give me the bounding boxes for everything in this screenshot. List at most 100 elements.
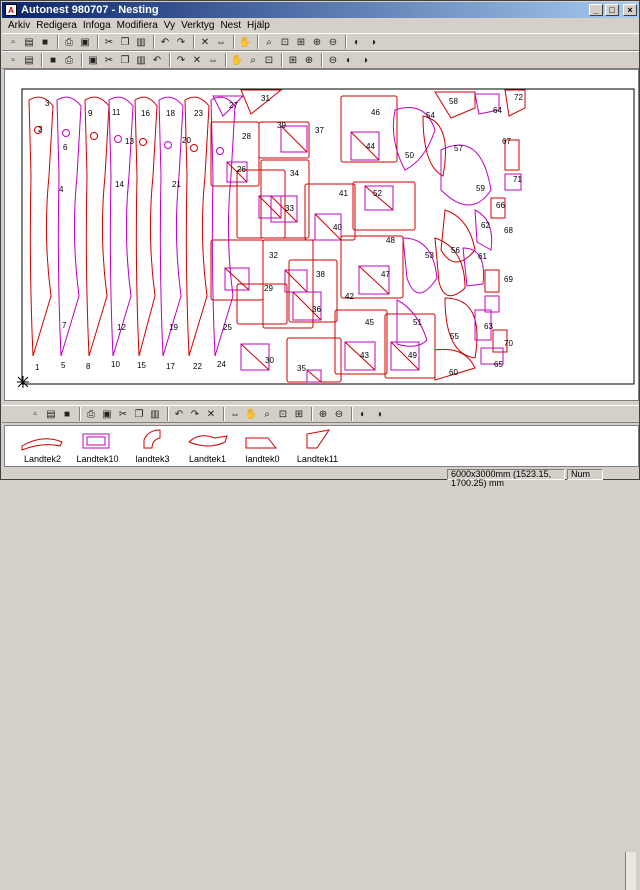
grid-view-icon[interactable]: ⎙ — [84, 407, 98, 421]
new-icon[interactable]: ▫ — [6, 35, 20, 49]
paste-icon[interactable]: ▥ — [134, 35, 148, 49]
redo-icon[interactable]: ↷ — [174, 35, 188, 49]
part-item[interactable]: Landtek2 — [15, 428, 70, 464]
part-number-label: 54 — [426, 111, 435, 120]
menu-hjalp[interactable]: Hjälp — [247, 20, 270, 31]
copy-icon[interactable]: ❐ — [118, 35, 132, 49]
arc-icon[interactable]: ▥ — [134, 53, 148, 67]
rotate-90-icon[interactable]: ✋ — [244, 407, 258, 421]
zoom-window-icon[interactable]: ⊡ — [278, 35, 292, 49]
part-item[interactable]: landtek3 — [125, 428, 180, 464]
save-icon[interactable]: ■ — [38, 35, 52, 49]
part-number-label: 5 — [61, 361, 66, 370]
rect-part-outline — [352, 181, 416, 231]
close-button[interactable]: × — [623, 4, 637, 16]
nesting-sheet-drawing[interactable]: 1234567891011121314151617181920212223242… — [5, 70, 638, 400]
part-thumbnail — [82, 433, 109, 449]
print-icon[interactable]: ⎙ — [62, 35, 76, 49]
parts-scrollbar[interactable] — [625, 852, 636, 890]
menu-infoga[interactable]: Infoga — [83, 20, 111, 31]
part-number-label: 18 — [166, 109, 175, 118]
add-icon[interactable]: ⎙ — [62, 53, 76, 67]
delete-icon[interactable]: ✕ — [198, 35, 212, 49]
nest-toolbar: ▫ ▤ ■ ⎙ ▣ ✂ ❐ ▥ ↶ ↷ ✕ ⇔ ✋ ⌕ ⊡ ⊞ ⊕ ⊖ ◐ ◑ — [2, 405, 639, 423]
zoom-icon[interactable]: ⌕ — [262, 35, 276, 49]
part-label: landtek3 — [135, 454, 170, 464]
measure-icon[interactable]: ⊡ — [262, 53, 276, 67]
mirror-x-icon[interactable]: ⇔ — [228, 407, 242, 421]
lasso-icon[interactable]: ▣ — [86, 53, 100, 67]
part-label: Landtek10 — [76, 454, 119, 464]
rotate-180-icon[interactable]: ⌕ — [260, 407, 274, 421]
mirror-icon[interactable]: ⇔ — [214, 35, 228, 49]
rotate-270-icon[interactable]: ⊡ — [276, 407, 290, 421]
circle-icon[interactable]: ↶ — [150, 53, 164, 67]
number-icon[interactable]: ▣ — [100, 407, 114, 421]
fill-icon[interactable]: ❐ — [132, 407, 146, 421]
copy-part-icon[interactable]: ⇔ — [206, 53, 220, 67]
part-item[interactable]: Landtek10 — [70, 428, 125, 464]
autonest-app-icon[interactable]: A — [5, 4, 17, 16]
layers-icon[interactable]: ◑ — [358, 53, 372, 67]
settings-icon[interactable]: ▤ — [22, 53, 36, 67]
move-icon[interactable]: ↷ — [174, 53, 188, 67]
cut-order-icon[interactable]: ⊕ — [316, 407, 330, 421]
scissors-icon[interactable]: ↷ — [188, 407, 202, 421]
undo-icon[interactable]: ↶ — [158, 35, 172, 49]
part-number-label: 1 — [35, 363, 40, 372]
link-icon[interactable]: ■ — [60, 407, 74, 421]
sheet-icon[interactable]: ✂ — [116, 407, 130, 421]
maximize-button[interactable]: □ — [605, 4, 619, 16]
zoom-all-icon[interactable]: ⊞ — [294, 35, 308, 49]
menu-modifiera[interactable]: Modifiera — [117, 20, 158, 31]
menu-vy[interactable]: Vy — [164, 20, 175, 31]
text-icon[interactable]: ■ — [46, 53, 60, 67]
report-icon[interactable]: ◑ — [372, 407, 386, 421]
array-icon[interactable]: ✋ — [230, 53, 244, 67]
part-number-label: 50 — [405, 151, 414, 160]
align-icon[interactable]: ⌕ — [246, 53, 260, 67]
menu-verktyg[interactable]: Verktyg — [181, 20, 214, 31]
nest-icon[interactable]: ⊖ — [326, 53, 340, 67]
grid-icon[interactable]: ⊕ — [302, 53, 316, 67]
rect-part-outline — [340, 95, 398, 163]
nesting-canvas[interactable]: 1 2 3 4 5 6 7 8 9 10 11 12 13 14 15 16 17 18 19 20 21 22 23 24 2… — [4, 69, 639, 401]
long-part-outline — [108, 96, 134, 357]
part-item[interactable]: landtek0 — [235, 428, 290, 464]
shaped-part-outline — [440, 144, 492, 206]
snap-icon[interactable]: ⊞ — [286, 53, 300, 67]
select-icon[interactable]: ▫ — [6, 53, 20, 67]
window-icon[interactable]: ◐ — [342, 53, 356, 67]
shaped-part-outline — [396, 299, 428, 347]
menu-redigera[interactable]: Redigera — [36, 20, 77, 31]
rectangle-icon[interactable]: ✂ — [102, 53, 116, 67]
part-item[interactable]: Landtek11 — [290, 428, 345, 464]
zoom-previous-icon[interactable]: ◐ — [350, 35, 364, 49]
zoom-next-icon[interactable]: ◑ — [366, 35, 380, 49]
remove-icon[interactable]: ✕ — [204, 407, 218, 421]
sheet-list-icon[interactable]: ▤ — [44, 407, 58, 421]
line-icon[interactable]: ❐ — [118, 53, 132, 67]
part-thumbnail-shape — [306, 429, 330, 449]
open-icon[interactable]: ▤ — [22, 35, 36, 49]
rotate-icon[interactable]: ✕ — [190, 53, 204, 67]
lead-out-icon[interactable]: ◐ — [356, 407, 370, 421]
part-label: landtek0 — [245, 454, 280, 464]
toolbar-separator — [281, 53, 283, 67]
lead-in-icon[interactable]: ⊖ — [332, 407, 346, 421]
part-thumbnail — [143, 429, 160, 449]
zoom-in-icon[interactable]: ⊕ — [310, 35, 324, 49]
sort-icon[interactable]: ↶ — [172, 407, 186, 421]
parts-panel: Landtek2 Landtek10 landtek3 Landtek1 landtek… — [4, 425, 639, 890]
flip-icon[interactable]: ⊞ — [292, 407, 306, 421]
minimize-button[interactable]: _ — [589, 4, 603, 16]
part-item[interactable]: Landtek1 — [180, 428, 235, 464]
ruler-icon[interactable]: ▥ — [148, 407, 162, 421]
cut-icon[interactable]: ✂ — [102, 35, 116, 49]
menu-arkiv[interactable]: Arkiv — [8, 20, 30, 31]
menu-nest[interactable]: Nest — [220, 20, 241, 31]
print-preview-icon[interactable]: ▣ — [78, 35, 92, 49]
parts-list-icon[interactable]: ▫ — [28, 407, 42, 421]
pan-icon[interactable]: ✋ — [238, 35, 252, 49]
zoom-out-icon[interactable]: ⊖ — [326, 35, 340, 49]
